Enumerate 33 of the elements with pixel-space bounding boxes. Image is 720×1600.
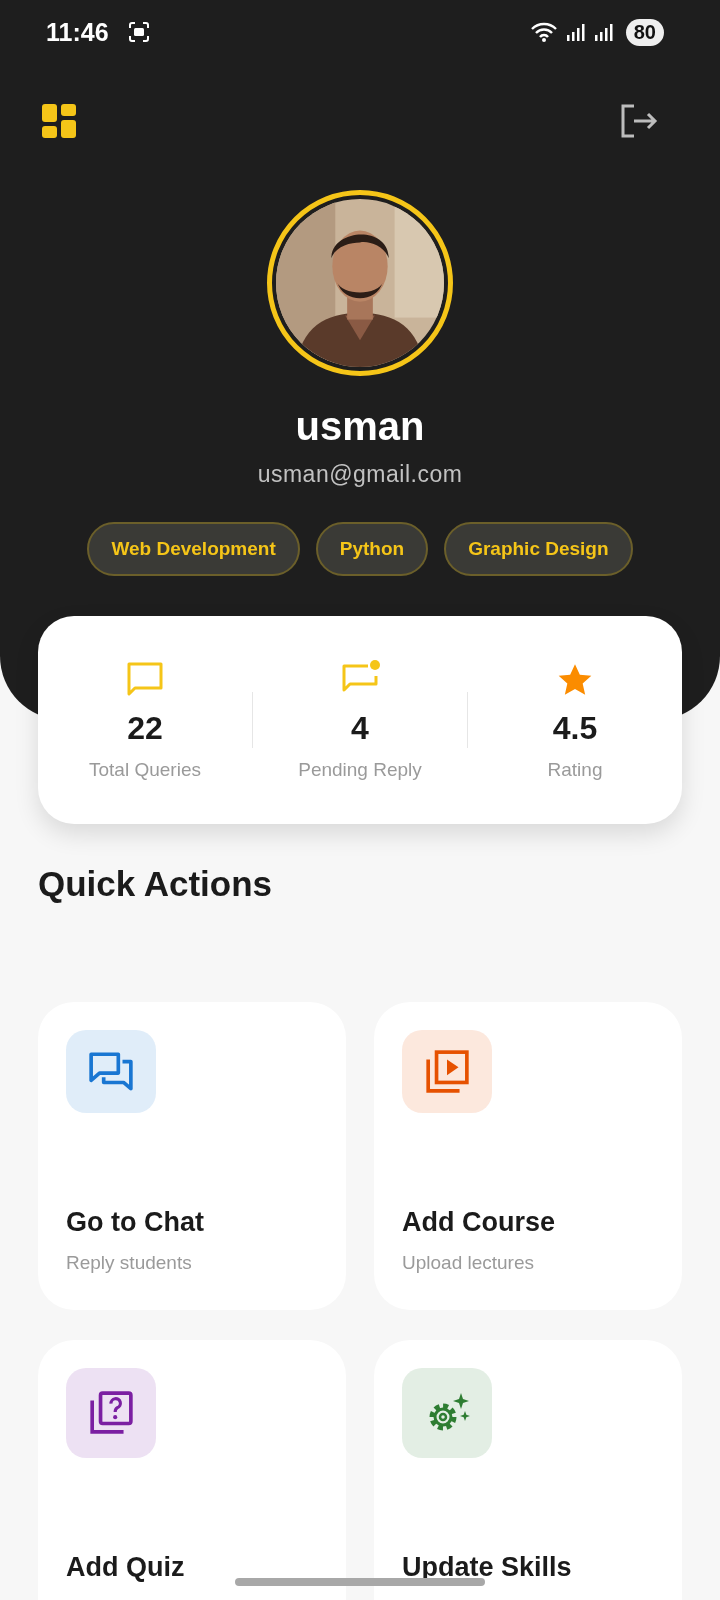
skill-chip: Python (315, 522, 429, 576)
skill-chip: Graphic Design (444, 522, 633, 576)
action-subtitle: Reply students (66, 1252, 192, 1274)
skill-chip: Web Development (87, 522, 300, 576)
stat-label: Pending Reply (298, 758, 422, 781)
video-library-icon (424, 1048, 470, 1095)
section-title: Quick Actions (38, 864, 274, 904)
wifi-icon (529, 21, 558, 43)
stat-label: Rating (547, 758, 603, 781)
action-title: Add Course (402, 1207, 555, 1238)
stat-value: 4 (351, 709, 369, 747)
action-title: Add Quiz (66, 1552, 185, 1583)
action-card[interactable]: Update Skills (374, 1340, 682, 1600)
screenshot-icon (126, 20, 151, 44)
action-card[interactable]: Add Quiz (38, 1340, 346, 1600)
stat-value: 4.5 (552, 709, 598, 747)
logout-icon[interactable] (620, 104, 658, 138)
dashboard-icon[interactable] (42, 104, 76, 138)
status-time: 11:46 (46, 17, 109, 47)
action-title: Update Skills (402, 1552, 572, 1583)
stat-value: 22 (127, 709, 163, 747)
action-title: Go to Chat (66, 1207, 204, 1238)
user-email: usman@gmail.com (257, 461, 463, 488)
stat-label: Total Queries (89, 758, 201, 781)
signal-icon (593, 22, 614, 42)
action-subtitle: Upload lectures (402, 1252, 535, 1274)
action-card[interactable]: Add Course Upload lectures (374, 1002, 682, 1310)
battery-indicator: 80 (625, 18, 664, 46)
signal-icon (565, 22, 586, 42)
user-name: usman (295, 404, 425, 449)
chat-bubbles-icon (88, 1050, 134, 1093)
action-card[interactable]: Go to Chat Reply students (38, 1002, 346, 1310)
question-library-icon (88, 1390, 134, 1436)
